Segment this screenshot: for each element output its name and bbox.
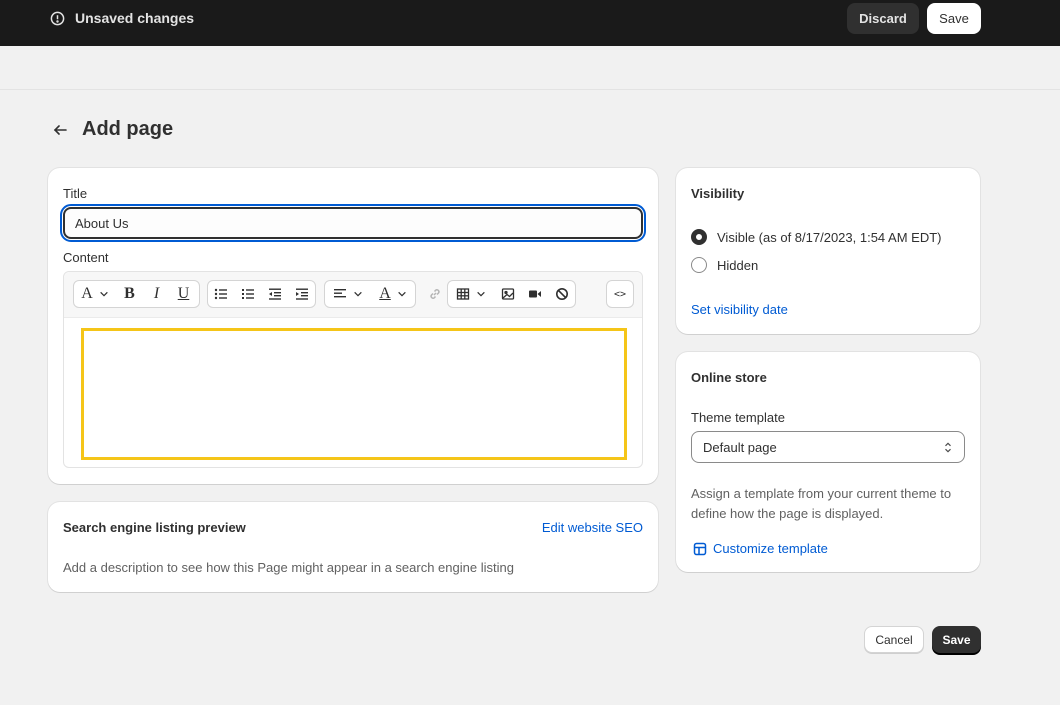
theme-template-select[interactable]: Default page [691,431,965,463]
unsaved-status: Unsaved changes [50,10,194,26]
underline-button[interactable]: U [170,281,197,307]
bold-button[interactable]: B [116,281,143,307]
insert-group [423,280,576,308]
underline-icon: U [177,285,190,302]
link-button[interactable] [423,281,447,307]
save-button-top[interactable]: Save [927,3,981,34]
seo-card-title: Search engine listing preview [63,520,246,535]
editor-toolbar: A B I U A <> [64,272,642,318]
content-label: Content [63,250,109,265]
unsaved-status-text: Unsaved changes [75,10,195,26]
visibility-card: Visibility Visible (as of 8/17/2023, 1:5… [676,168,980,334]
bulleted-list-button[interactable] [208,281,235,307]
bulleted-list-icon [215,288,228,300]
visible-radio[interactable] [691,229,707,245]
table-dropdown[interactable] [448,281,494,307]
visibility-title: Visibility [691,186,745,201]
text-format-group: A B I U [73,280,200,308]
align-color-group: A [324,280,416,308]
chevron-down-icon [398,291,406,297]
font-style-dropdown[interactable]: A [74,281,116,307]
indent-button[interactable] [288,281,315,307]
theme-template-label: Theme template [691,410,785,425]
chevron-down-icon [354,291,362,297]
chevron-down-icon [100,291,108,297]
content-editable-area[interactable] [81,328,627,460]
list-indent-group [207,280,316,308]
clear-formatting-icon [555,288,568,300]
numbered-list-button[interactable] [235,281,262,307]
text-color-dropdown[interactable]: A [371,281,415,307]
page-details-card: Title Content A B I U [48,168,658,484]
layout-icon [693,542,707,555]
customize-template-label: Customize template [713,541,828,556]
page-header: Add page [52,118,173,141]
alert-circle-icon [50,11,65,25]
chevron-down-icon [477,291,485,297]
online-store-title: Online store [691,370,767,385]
hidden-option-label: Hidden [717,257,759,273]
text-color-icon: A [379,285,391,302]
link-icon [430,289,440,299]
discard-button[interactable]: Discard [847,3,919,34]
theme-template-value: Default page [703,439,777,455]
edit-seo-link[interactable]: Edit website SEO [542,520,643,535]
image-icon [501,288,514,300]
hidden-radio[interactable] [691,257,707,273]
outdent-icon [268,288,281,300]
font-style-icon: A [81,285,93,302]
seo-description: Add a description to see how this Page m… [63,560,514,575]
show-html-button[interactable]: <> [607,281,633,307]
cancel-button[interactable]: Cancel [864,626,924,653]
contextual-save-bar: Unsaved changes Discard Save [0,0,1060,46]
title-input[interactable] [60,204,646,242]
online-store-card: Online store Theme template Default page… [676,352,980,572]
clear-formatting-button[interactable] [548,281,575,307]
table-icon [456,288,470,300]
visible-option[interactable]: Visible (as of 8/17/2023, 1:54 AM EDT) [691,229,942,245]
numbered-list-icon [242,289,255,299]
customize-template-link[interactable]: Customize template [693,541,828,556]
hidden-option[interactable]: Hidden [691,257,758,273]
code-group: <> [606,280,634,308]
seo-preview-card: Search engine listing preview Edit websi… [48,502,658,592]
indent-icon [295,288,308,300]
rich-text-editor: A B I U A <> [63,271,643,468]
bold-icon: B [124,285,135,302]
title-label: Title [63,186,88,201]
template-help-text: Assign a template from your current them… [691,486,952,521]
secondary-bar [0,46,1060,90]
visible-option-label: Visible (as of 8/17/2023, 1:54 AM EDT) [717,229,942,245]
italic-icon: I [153,285,160,302]
page-title: Add page [82,118,174,140]
align-left-icon [334,289,346,298]
video-icon [528,290,541,298]
italic-button[interactable]: I [143,281,170,307]
insert-video-button[interactable] [521,281,548,307]
save-button[interactable]: Save [932,626,981,653]
code-icon: <> [613,288,627,300]
set-visibility-date-link[interactable]: Set visibility date [691,302,788,317]
outdent-button[interactable] [262,281,289,307]
back-arrow-icon[interactable] [52,121,70,139]
align-dropdown[interactable] [325,281,371,307]
select-chevrons-icon [945,442,951,452]
insert-image-button[interactable] [494,281,521,307]
